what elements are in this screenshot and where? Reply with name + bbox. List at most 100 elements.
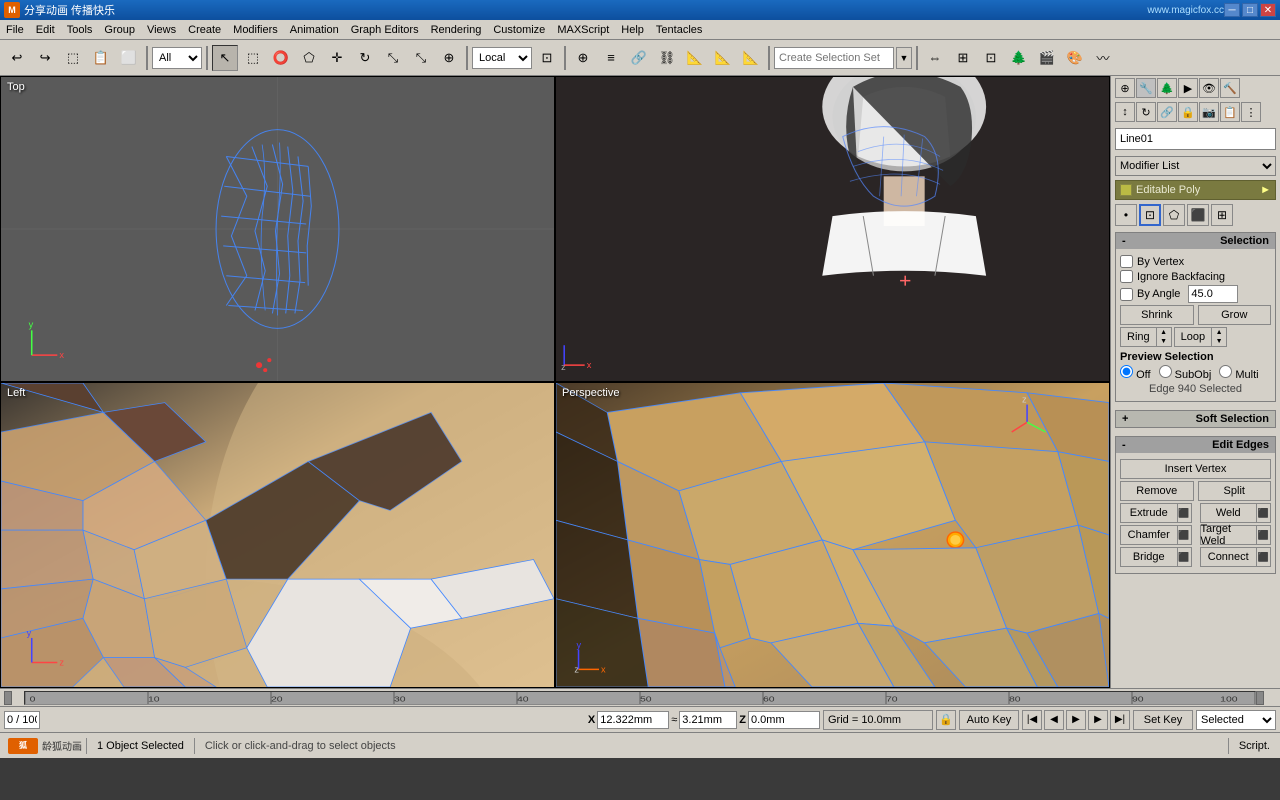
maximize-button[interactable]: □ (1242, 3, 1258, 17)
mirror-button[interactable]: ⇔ (922, 45, 948, 71)
rpanel-icon-link[interactable]: 🔗 (1157, 102, 1177, 122)
snap2-button[interactable]: 📐 (710, 45, 736, 71)
viewport-front[interactable]: z x (555, 76, 1110, 382)
next-frame-button[interactable]: ▶ (1088, 710, 1108, 730)
menu-maxscript[interactable]: MAXScript (551, 22, 615, 38)
layer-button[interactable]: ≡ (598, 45, 624, 71)
create-selection-set-input[interactable] (774, 47, 894, 69)
auto-key-button[interactable]: Auto Key (959, 710, 1019, 730)
material-button[interactable]: 🎨 (1062, 45, 1088, 71)
clone-button[interactable]: ⊡ (978, 45, 1004, 71)
by-angle-input[interactable] (1188, 285, 1238, 303)
modifier-list-select[interactable]: Modifier List (1115, 156, 1276, 176)
menu-file[interactable]: File (0, 22, 30, 38)
menu-help[interactable]: Help (615, 22, 650, 38)
radio-off-label[interactable]: Off (1120, 365, 1151, 381)
key-filter-select[interactable]: Selected (1196, 710, 1276, 730)
z-coord-input[interactable] (748, 711, 820, 729)
split-button[interactable]: Split (1198, 481, 1272, 501)
subobj-poly[interactable]: ⬛ (1187, 204, 1209, 226)
connect-button[interactable]: Connect (1200, 547, 1258, 567)
menu-views[interactable]: Views (141, 22, 182, 38)
select-circle-button[interactable]: ⭕ (268, 45, 294, 71)
subobj-edge[interactable]: ⊡ (1139, 204, 1161, 226)
ring-label[interactable]: Ring (1121, 328, 1156, 346)
y-coord-input[interactable] (679, 711, 737, 729)
timeline-track[interactable]: 0 10 20 30 40 50 60 70 80 90 100 (24, 691, 1256, 705)
edit-edges-header[interactable]: - Edit Edges (1116, 437, 1275, 453)
pivot-button[interactable]: ⊕ (570, 45, 596, 71)
scale-button[interactable]: ⤡ (380, 45, 406, 71)
rpanel-icon-add[interactable]: 📋 (1220, 102, 1240, 122)
snap3-button[interactable]: 📐 (738, 45, 764, 71)
rpanel-icon-more[interactable]: ⋮ (1241, 102, 1261, 122)
subobj-element[interactable]: ⊞ (1211, 204, 1233, 226)
menu-modifiers[interactable]: Modifiers (227, 22, 284, 38)
object-name-input[interactable] (1120, 133, 1271, 145)
menu-graph-editors[interactable]: Graph Editors (345, 22, 425, 38)
viewport-perspective[interactable]: Perspective (555, 382, 1110, 688)
rpanel-icon-move[interactable]: ↕ (1115, 102, 1135, 122)
redo-button[interactable]: ↩ (32, 45, 58, 71)
scale2-button[interactable]: ⤡ (408, 45, 434, 71)
shrink-button[interactable]: Shrink (1120, 305, 1194, 325)
modifier-editable-poly[interactable]: Editable Poly ► (1115, 180, 1276, 200)
render-button[interactable]: 🎬 (1034, 45, 1060, 71)
rpanel-tab-create[interactable]: ⊕ (1115, 78, 1135, 98)
selection-section-header[interactable]: - Selection (1116, 233, 1275, 249)
chamfer-button[interactable]: Chamfer (1120, 525, 1178, 545)
ignore-backfacing-checkbox[interactable] (1120, 270, 1133, 283)
menu-rendering[interactable]: Rendering (425, 22, 488, 38)
timeline-scroll-left[interactable] (4, 691, 12, 705)
menu-animation[interactable]: Animation (284, 22, 345, 38)
object-name-field[interactable] (1115, 128, 1276, 150)
radio-multi[interactable] (1219, 365, 1232, 378)
soft-selection-header[interactable]: + Soft Selection (1116, 411, 1275, 427)
chamfer-settings-arrow[interactable]: ⬛ (1178, 525, 1192, 545)
align-button[interactable]: ⊞ (950, 45, 976, 71)
go-start-button[interactable]: |◀ (1022, 710, 1042, 730)
menu-edit[interactable]: Edit (30, 22, 61, 38)
close-button[interactable]: ✕ (1260, 3, 1276, 17)
rpanel-tab-hierarchy[interactable]: 🌲 (1157, 78, 1177, 98)
rpanel-icon-camera[interactable]: 📷 (1199, 102, 1219, 122)
select-button[interactable]: ↖ (212, 45, 238, 71)
menu-create[interactable]: Create (182, 22, 227, 38)
rpanel-tab-motion[interactable]: ▶ (1178, 78, 1198, 98)
extrude-button[interactable]: Extrude (1120, 503, 1178, 523)
set-key-button[interactable]: Set Key (1133, 710, 1193, 730)
extrude-settings-arrow[interactable]: ⬛ (1178, 503, 1192, 523)
loop-label[interactable]: Loop (1175, 328, 1211, 346)
unlink-button[interactable]: ⛓ (654, 45, 680, 71)
viewport-top[interactable]: Top (0, 76, 555, 382)
grow-button[interactable]: Grow (1198, 305, 1272, 325)
connect-settings-arrow[interactable]: ⬛ (1257, 547, 1271, 567)
minimize-button[interactable]: ─ (1224, 3, 1240, 17)
select-object-button[interactable]: ⬚ (60, 45, 86, 71)
viewport-left[interactable]: Left (0, 382, 555, 688)
radio-off[interactable] (1120, 365, 1133, 378)
scale3-button[interactable]: ⊕ (436, 45, 462, 71)
titlebar-controls[interactable]: ─ □ ✕ (1224, 3, 1276, 17)
subobj-vertex[interactable]: • (1115, 204, 1137, 226)
by-angle-checkbox[interactable] (1120, 288, 1133, 301)
curves-button[interactable]: 〰 (1090, 45, 1116, 71)
insert-vertex-button[interactable]: Insert Vertex (1120, 459, 1271, 479)
snap-button[interactable]: 📐 (682, 45, 708, 71)
selection-filter-select[interactable]: All Geometry Shapes Lights Cameras Helpe… (152, 47, 202, 69)
x-coord-input[interactable] (597, 711, 669, 729)
menu-tentacles[interactable]: Tentacles (650, 22, 708, 38)
hierarchy-button[interactable]: 🌲 (1006, 45, 1032, 71)
frame-input[interactable] (4, 711, 40, 729)
weld-settings-arrow[interactable]: ⬛ (1257, 503, 1271, 523)
rpanel-tab-modify[interactable]: 🔧 (1136, 78, 1156, 98)
menu-group[interactable]: Group (98, 22, 141, 38)
undo-button[interactable]: ↩ (4, 45, 30, 71)
create-selection-set-dropdown[interactable]: ▼ (896, 47, 912, 69)
lock-button[interactable]: 🔒 (936, 710, 956, 730)
select-rect-button[interactable]: ⬚ (240, 45, 266, 71)
target-weld-settings-arrow[interactable]: ⬛ (1257, 525, 1271, 545)
weld-button[interactable]: Weld (1200, 503, 1258, 523)
radio-subobj[interactable] (1159, 365, 1172, 378)
select-by-name-button[interactable]: 📋 (88, 45, 114, 71)
